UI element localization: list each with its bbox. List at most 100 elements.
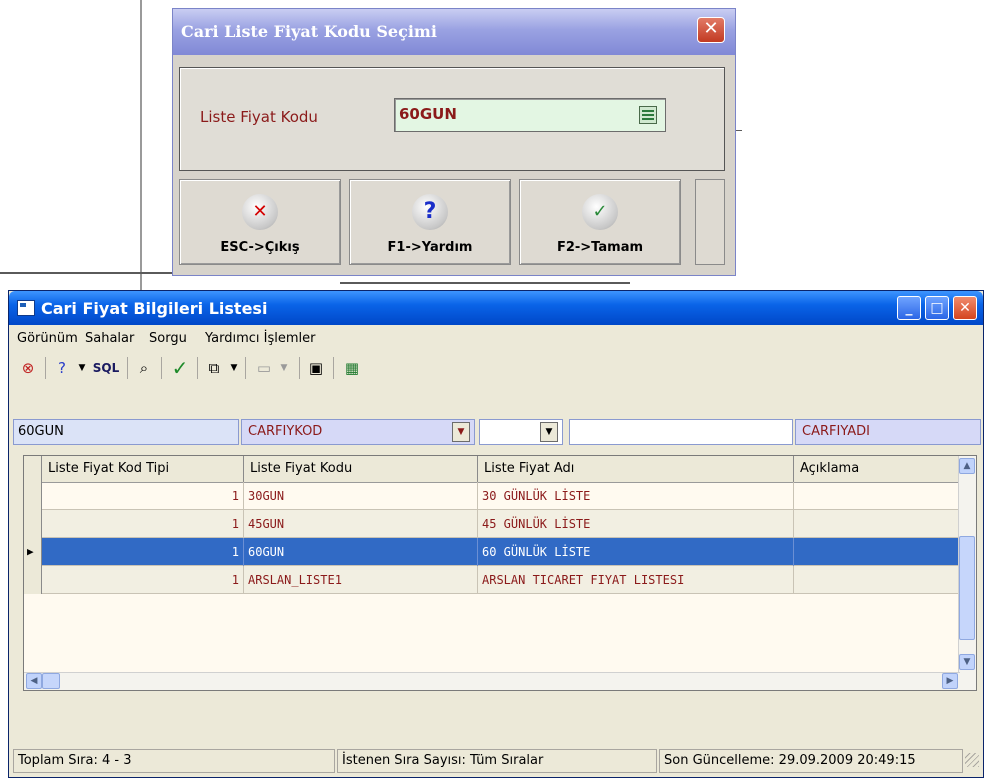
menu-gorunum[interactable]: Görünüm [17, 331, 78, 346]
table-row-selected[interactable]: ▶ 1 60GUN 60 GÜNLÜK LİSTE [24, 538, 960, 566]
copy-icon[interactable]: ⧉ [203, 357, 225, 379]
dialog-title: Cari Liste Fiyat Kodu Seçimi [181, 22, 437, 41]
help-question-icon: ? [412, 194, 448, 230]
cell-ad: ARSLAN TICARET FIYAT LISTESI [478, 566, 794, 594]
background-window-edge [736, 130, 742, 131]
menu-bar: Görünüm Sahalar Sorgu Yardımcı İşlemler [9, 325, 983, 351]
scroll-left-icon[interactable]: ◀ [26, 673, 42, 689]
column-header[interactable]: Liste Fiyat Kod Tipi [42, 456, 244, 482]
ok-button[interactable]: ✓ F2->Tamam [519, 179, 681, 265]
row-indicator[interactable] [24, 566, 42, 594]
vertical-scroll-thumb[interactable] [959, 536, 975, 640]
display-field[interactable]: CARFIYADI [795, 419, 981, 445]
minimize-button[interactable]: _ [897, 296, 921, 320]
close-icon: ✕ [703, 18, 719, 39]
window-icon[interactable]: ▭ [253, 357, 275, 379]
close-icon: ✕ [959, 300, 971, 316]
sql-button[interactable]: SQL [89, 357, 123, 379]
dropdown-arrow-icon[interactable]: ▼ [223, 357, 245, 379]
cell-aciklama [794, 566, 960, 594]
row-indicator[interactable] [24, 510, 42, 538]
lookup-list-icon[interactable] [639, 106, 657, 124]
cell-kod-tipi: 1 [42, 538, 244, 566]
window-title: Cari Fiyat Bilgileri Listesi [41, 299, 268, 318]
dialog-field-panel: Liste Fiyat Kodu 60GUN [179, 67, 725, 171]
price-code-input[interactable]: 60GUN [394, 98, 666, 132]
grid-header: Liste Fiyat Kod Tipi Liste Fiyat Kodu Li… [24, 456, 976, 483]
price-list-window: Cari Fiyat Bilgileri Listesi _ □ ✕ Görün… [8, 290, 984, 778]
toolbar-separator [333, 357, 334, 379]
cell-ad: 45 GÜNLÜK LİSTE [478, 510, 794, 538]
dropdown-arrow-icon[interactable]: ▼ [273, 357, 295, 379]
table-row[interactable]: 1 45GUN 45 GÜNLÜK LİSTE [24, 510, 960, 538]
export-icon[interactable]: ▣ [305, 357, 327, 379]
cancel-icon[interactable]: ⊗ [17, 357, 39, 379]
status-requested: İstenen Sıra Sayısı: Tüm Sıralar [337, 749, 657, 773]
toolbar: ⊗ ? ▼ SQL ⌕ ✓ ⧉ ▼ ▭ ▼ ▣ ▦ [9, 351, 983, 383]
escape-exit-button[interactable]: ✕ ESC->Çıkış [179, 179, 341, 265]
operator-select[interactable]: ▼ [479, 419, 563, 445]
column-header[interactable]: Liste Fiyat Adı [478, 456, 794, 482]
cell-ad: 60 GÜNLÜK LİSTE [478, 538, 794, 566]
cell-kod: 30GUN [244, 482, 478, 510]
menu-sorgu[interactable]: Sorgu [149, 331, 187, 346]
toolbar-separator [45, 357, 46, 379]
background-window-edge [340, 282, 630, 284]
field-select-value: CARFIYKOD [248, 424, 323, 439]
current-row-arrow-icon: ▶ [27, 545, 34, 558]
cell-aciklama [794, 510, 960, 538]
background-window-edge [0, 272, 172, 274]
dialog-title-bar[interactable]: Cari Liste Fiyat Kodu Seçimi ✕ [173, 9, 735, 55]
maximize-button[interactable]: □ [925, 296, 949, 320]
column-header[interactable]: Liste Fiyat Kodu [244, 456, 478, 482]
menu-yardimci-islemler[interactable]: Yardımcı İşlemler [205, 331, 316, 346]
status-total: Toplam Sıra: 4 - 3 [13, 749, 335, 773]
minimize-icon: _ [905, 300, 913, 316]
field-select[interactable]: CARFIYKOD ▼ [241, 419, 475, 445]
cell-kod: 60GUN [244, 538, 478, 566]
price-list-grid: Liste Fiyat Kod Tipi Liste Fiyat Kodu Li… [23, 455, 977, 691]
table-row[interactable]: 1 ARSLAN_LISTE1 ARSLAN TICARET FIYAT LIS… [24, 566, 960, 594]
vertical-scrollbar[interactable]: ▲ ▼ [958, 456, 976, 690]
scroll-up-icon[interactable]: ▲ [959, 458, 975, 474]
toolbar-separator [299, 357, 300, 379]
chevron-down-icon[interactable]: ▼ [452, 422, 470, 442]
toolbar-separator [197, 357, 198, 379]
dialog-button-row: ✕ ESC->Çıkış ? F1->Yardım ✓ F2->Tamam [179, 179, 725, 265]
scroll-right-icon[interactable]: ▶ [942, 673, 958, 689]
dialog-close-button[interactable]: ✕ [697, 17, 725, 43]
window-title-bar[interactable]: Cari Fiyat Bilgileri Listesi _ □ ✕ [9, 291, 983, 325]
resize-grip-icon[interactable] [965, 753, 979, 767]
cell-kod: ARSLAN_LISTE1 [244, 566, 478, 594]
excel-icon[interactable]: ▦ [341, 357, 363, 379]
cancel-x-icon: ✕ [242, 194, 278, 230]
horizontal-scroll-thumb[interactable] [42, 673, 60, 689]
check-icon[interactable]: ✓ [169, 357, 191, 379]
app-window-icon [17, 300, 35, 316]
window-close-button[interactable]: ✕ [953, 296, 977, 320]
search-value-input[interactable]: 60GUN [13, 419, 239, 445]
help-label: F1->Yardım [387, 240, 473, 255]
row-indicator[interactable]: ▶ [24, 538, 42, 566]
menu-sahalar[interactable]: Sahalar [85, 331, 134, 346]
cell-kod-tipi: 1 [42, 566, 244, 594]
row-indicator[interactable] [24, 482, 42, 510]
filter-value-input[interactable] [569, 419, 793, 445]
toolbar-separator [245, 357, 246, 379]
table-row[interactable]: 1 30GUN 30 GÜNLÜK LİSTE [24, 482, 960, 510]
cell-kod: 45GUN [244, 510, 478, 538]
find-binoculars-icon[interactable]: ⌕ [133, 357, 155, 379]
cell-aciklama [794, 538, 960, 566]
column-header[interactable]: Açıklama [794, 456, 960, 482]
help-button[interactable]: ? F1->Yardım [349, 179, 511, 265]
cell-kod-tipi: 1 [42, 482, 244, 510]
horizontal-scrollbar[interactable]: ◀ ▶ [24, 672, 960, 690]
ok-check-icon: ✓ [582, 194, 618, 230]
price-code-value: 60GUN [399, 105, 457, 123]
toolbar-separator [127, 357, 128, 379]
status-last-update: Son Güncelleme: 29.09.2009 20:49:15 [659, 749, 963, 773]
chevron-down-icon[interactable]: ▼ [540, 422, 558, 442]
cell-ad: 30 GÜNLÜK LİSTE [478, 482, 794, 510]
help-icon[interactable]: ? [51, 357, 73, 379]
scroll-down-icon[interactable]: ▼ [959, 654, 975, 670]
